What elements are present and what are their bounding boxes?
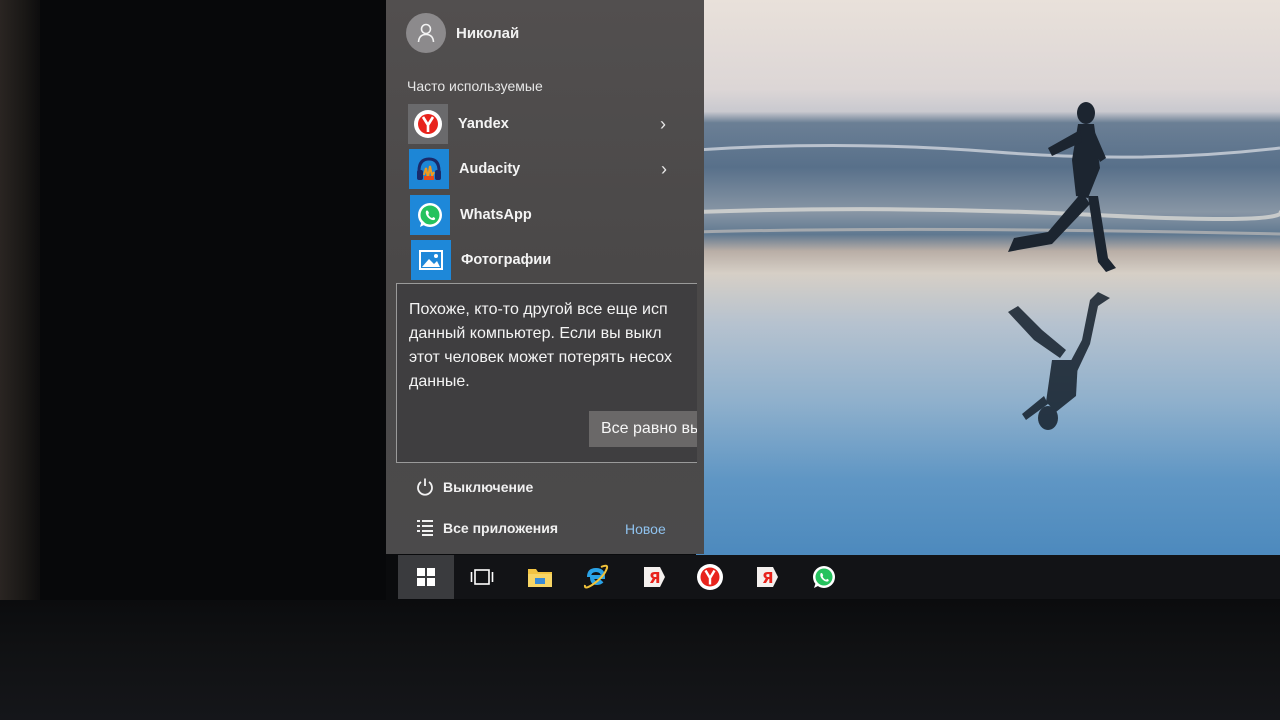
desktop-wallpaper xyxy=(696,0,1280,558)
app-label: Фотографии xyxy=(461,252,552,268)
file-explorer-icon[interactable] xyxy=(512,555,568,599)
shutdown-warning-dialog: Похоже, кто-то другой все еще исп данный… xyxy=(396,283,697,463)
all-apps-button[interactable]: Все приложения xyxy=(416,519,558,537)
whatsapp-icon xyxy=(410,195,450,235)
task-view-icon[interactable] xyxy=(454,555,510,599)
dialog-message: Похоже, кто-то другой все еще исп данный… xyxy=(409,298,697,394)
internet-explorer-icon[interactable] xyxy=(568,555,624,599)
power-icon xyxy=(417,478,433,496)
shutdown-anyway-button[interactable]: Все равно вы xyxy=(589,411,697,447)
yandex-icon[interactable]: Я xyxy=(739,555,795,599)
svg-text:Я: Я xyxy=(762,569,774,587)
dialog-message-line: данные. xyxy=(409,373,470,390)
user-account[interactable]: Николай xyxy=(406,13,519,53)
list-icon xyxy=(417,520,433,536)
new-apps-badge: Новое xyxy=(625,521,666,537)
audacity-icon xyxy=(409,149,449,189)
yandex-browser-icon[interactable] xyxy=(682,555,738,599)
power-button[interactable]: Выключение xyxy=(416,477,533,497)
chevron-right-icon[interactable]: › xyxy=(661,159,667,180)
most-used-label: Часто используемые xyxy=(407,78,543,94)
app-item-photos[interactable]: Фотографии xyxy=(411,239,679,281)
app-item-whatsapp[interactable]: WhatsApp xyxy=(410,194,678,236)
app-item-audacity[interactable]: Audacity › xyxy=(409,148,677,190)
monitor-bezel-bottom xyxy=(0,600,1280,720)
app-label: WhatsApp xyxy=(460,207,532,223)
all-apps-label: Все приложения xyxy=(443,520,559,536)
whatsapp-icon[interactable] xyxy=(796,555,852,599)
windows-start-icon[interactable] xyxy=(398,555,454,599)
user-avatar-icon xyxy=(406,13,446,53)
svg-text:Я: Я xyxy=(649,569,661,587)
user-name: Николай xyxy=(456,24,520,42)
screen-shadow xyxy=(40,0,386,600)
runner-image xyxy=(696,102,1280,430)
app-label: Audacity xyxy=(459,161,521,177)
yandex-browser-icon xyxy=(408,104,448,144)
dialog-message-line: данный компьютер. Если вы выкл xyxy=(409,325,662,342)
yandex-icon[interactable]: Я xyxy=(626,555,682,599)
dialog-message-line: Похоже, кто-то другой все еще исп xyxy=(409,301,668,318)
chevron-right-icon[interactable]: › xyxy=(660,114,666,135)
taskbar: Я Я xyxy=(398,555,1280,599)
photos-icon xyxy=(411,240,451,280)
power-label: Выключение xyxy=(443,479,534,495)
app-label: Yandex xyxy=(458,116,509,132)
dialog-message-line: этот человек может потерять несох xyxy=(409,349,673,366)
app-item-yandex[interactable]: Yandex › xyxy=(408,103,676,145)
